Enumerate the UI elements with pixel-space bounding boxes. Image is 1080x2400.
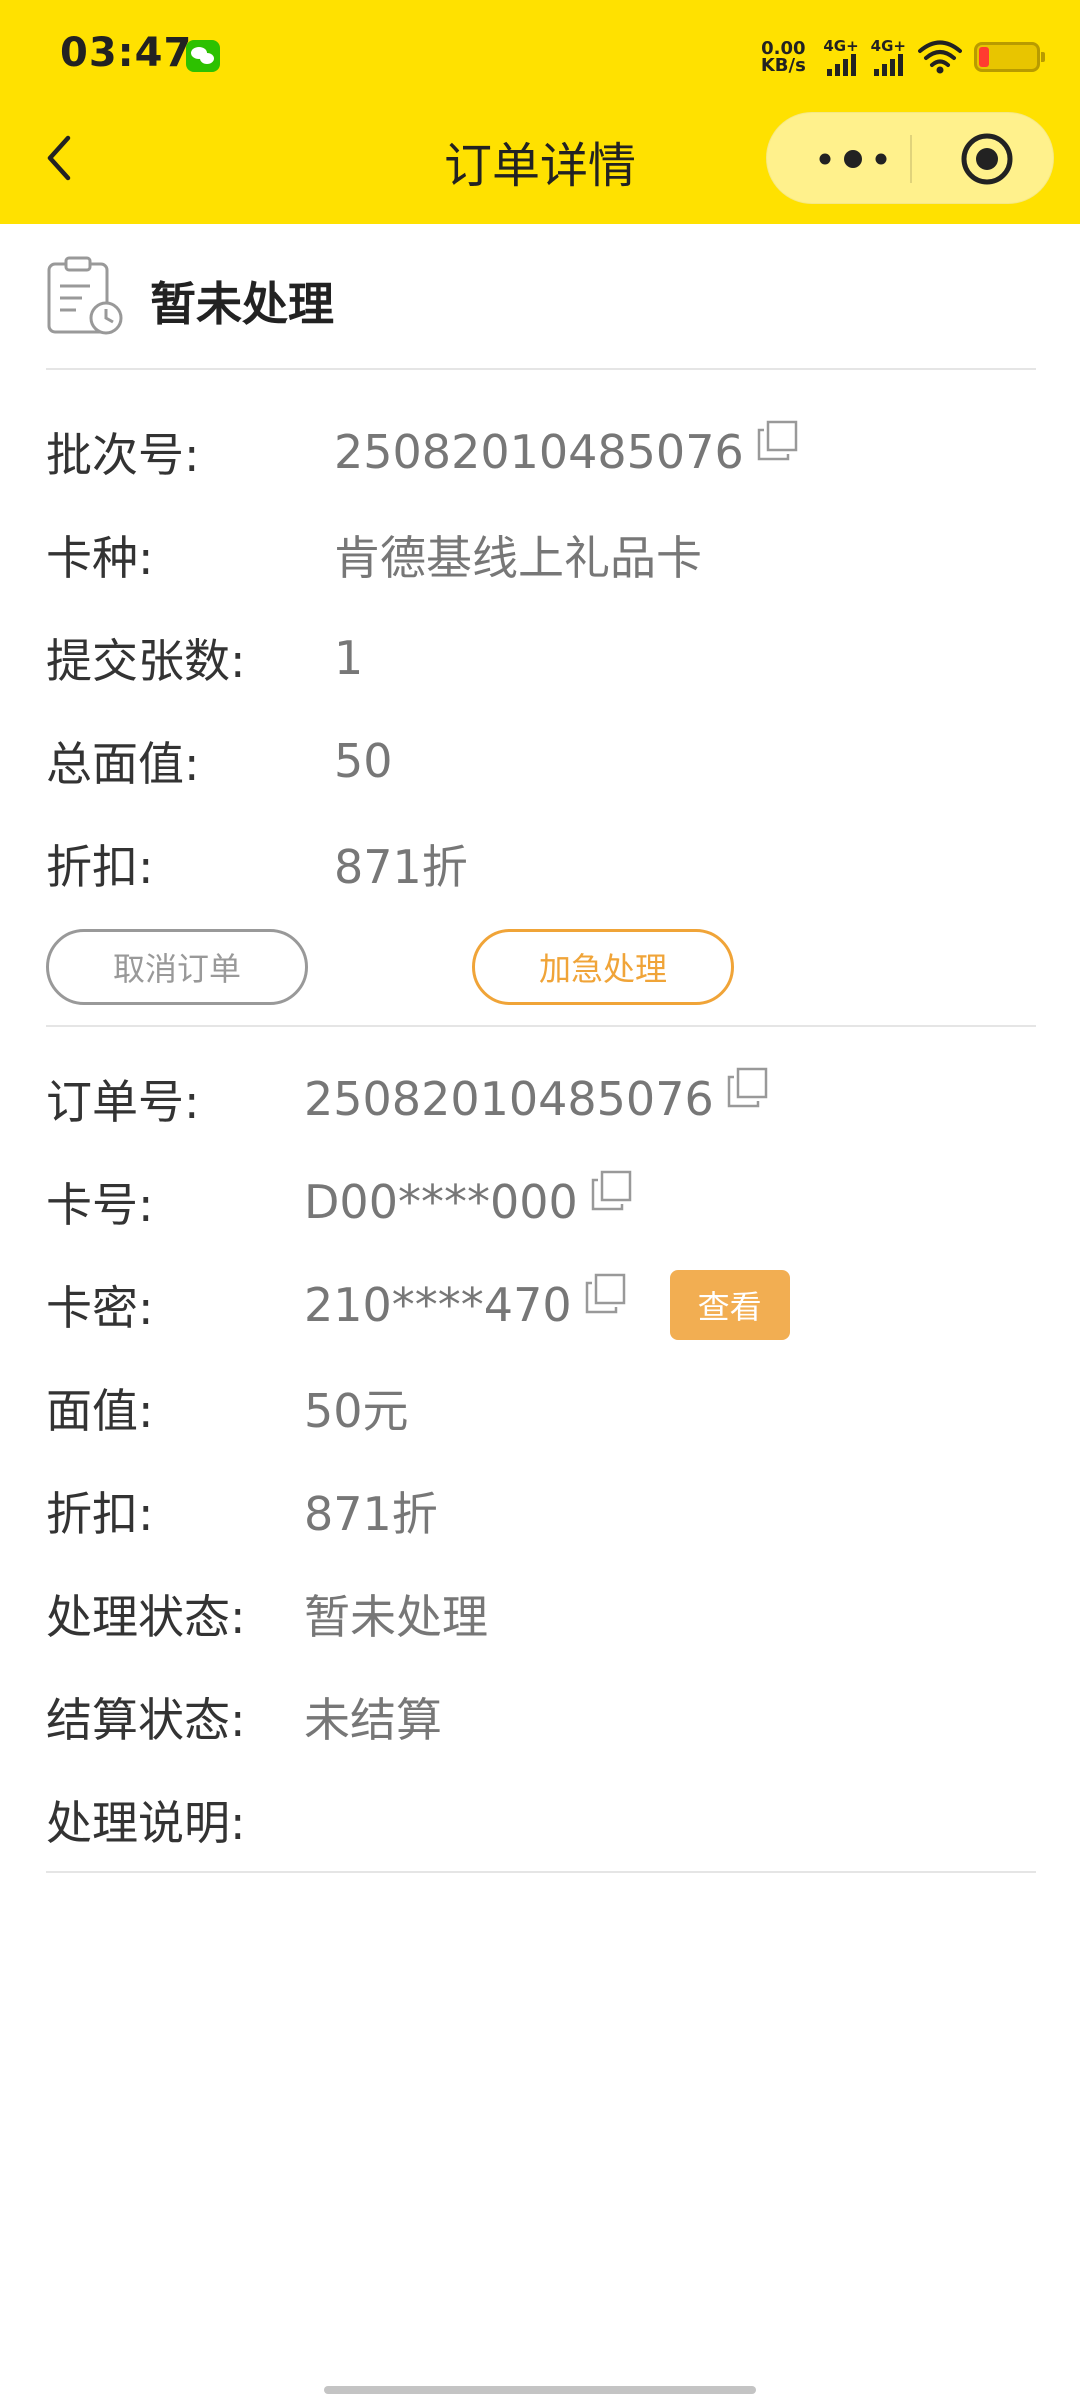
close-miniprogram-icon[interactable] — [959, 131, 1015, 187]
total-row: 总面值: 50 — [46, 709, 1036, 812]
batch-info: 批次号: 25082010485076 卡种: 肯德基线上礼品卡 提交张数: 1… — [46, 370, 1036, 915]
total-label: 总面值: — [46, 736, 200, 791]
view-card-pwd-button[interactable]: 查看 — [669, 1269, 790, 1340]
card-no-label: 卡号: — [46, 1177, 154, 1232]
home-indicator[interactable] — [324, 2386, 756, 2394]
card-type-label: 卡种: — [46, 530, 154, 585]
more-options-icon[interactable] — [807, 139, 899, 179]
network-speed: 0.00 KB/s — [755, 40, 811, 76]
order-no-row: 订单号: 25082010485076 — [46, 1047, 1036, 1150]
card-pwd-text: 210****470 — [304, 1277, 572, 1332]
order-discount-value: 871折 — [304, 1486, 438, 1541]
batch-no-text: 25082010485076 — [334, 424, 744, 479]
wifi-icon — [918, 40, 962, 74]
face-value-row: 面值: 50元 — [46, 1356, 1036, 1459]
signal-1: 4G+ — [823, 36, 859, 76]
process-status-row: 处理状态: 暂未处理 — [46, 1562, 1036, 1665]
total-value: 50 — [334, 733, 393, 788]
batch-no-row: 批次号: 25082010485076 — [46, 400, 1036, 503]
count-row: 提交张数: 1 — [46, 606, 1036, 709]
order-status-text: 暂未处理 — [150, 277, 334, 331]
count-value: 1 — [334, 630, 364, 685]
card-pwd-value: 210****470 查看 — [304, 1269, 790, 1340]
order-no-label: 订单号: — [46, 1074, 200, 1129]
urgent-process-button[interactable]: 加急处理 — [472, 929, 734, 1005]
order-no-value: 25082010485076 — [304, 1067, 768, 1126]
copy-icon[interactable] — [726, 1067, 768, 1109]
network-speed-unit: KB/s — [760, 55, 806, 76]
card-type-value: 肯德基线上礼品卡 — [334, 530, 702, 585]
settle-status-value: 未结算 — [304, 1692, 442, 1747]
copy-icon[interactable] — [584, 1273, 626, 1315]
wechat-notification-icon — [186, 40, 220, 72]
miniprogram-capsule — [766, 112, 1054, 204]
remark-row: 处理说明: — [46, 1768, 1036, 1871]
batch-no-value: 25082010485076 — [334, 420, 798, 479]
capsule-divider — [910, 135, 912, 183]
process-status-value: 暂未处理 — [304, 1589, 488, 1644]
count-label: 提交张数: — [46, 633, 246, 688]
card-no-text: D00****000 — [304, 1174, 578, 1229]
status-time: 03:47 — [60, 30, 193, 76]
cancel-order-button[interactable]: 取消订单 — [46, 929, 308, 1005]
order-discount-label: 折扣: — [46, 1486, 154, 1541]
clipboard-clock-icon — [47, 256, 123, 335]
batch-discount-row: 折扣: 871折 — [46, 812, 1036, 915]
process-status-label: 处理状态: — [46, 1589, 246, 1644]
card-type-row: 卡种: 肯德基线上礼品卡 — [46, 503, 1036, 606]
signal-2-label: 4G+ — [870, 36, 906, 55]
face-value-value: 50元 — [304, 1383, 409, 1438]
copy-icon[interactable] — [590, 1170, 632, 1212]
settle-status-label: 结算状态: — [46, 1692, 246, 1747]
signal-1-label: 4G+ — [823, 36, 859, 55]
battery-icon — [974, 42, 1045, 72]
order-detail-content: 暂未处理 批次号: 25082010485076 卡种: 肯德基线上礼品卡 提交… — [46, 224, 1036, 1873]
face-value-label: 面值: — [46, 1383, 154, 1438]
top-header: 03:47 0.00 KB/s 4G+ 4G+ 订单详情 — [0, 0, 1080, 224]
signal-bars-icon — [873, 53, 903, 76]
batch-discount-label: 折扣: — [46, 839, 154, 894]
signal-bars-icon — [826, 53, 856, 76]
settle-status-row: 结算状态: 未结算 — [46, 1665, 1036, 1768]
card-no-row: 卡号: D00****000 — [46, 1150, 1036, 1253]
order-status-header: 暂未处理 — [46, 224, 1036, 370]
order-info: 订单号: 25082010485076 卡号: D00****000 卡密: 2… — [46, 1027, 1036, 1873]
status-icons: 0.00 KB/s 4G+ 4G+ — [755, 32, 1045, 82]
copy-icon[interactable] — [756, 420, 798, 462]
batch-no-label: 批次号: — [46, 427, 200, 482]
card-no-value: D00****000 — [304, 1170, 632, 1229]
card-pwd-row: 卡密: 210****470 查看 — [46, 1253, 1036, 1356]
order-no-text: 25082010485076 — [304, 1071, 714, 1126]
order-discount-row: 折扣: 871折 — [46, 1459, 1036, 1562]
remark-label: 处理说明: — [46, 1795, 246, 1850]
signal-2: 4G+ — [870, 36, 906, 76]
batch-discount-value: 871折 — [334, 839, 468, 894]
action-buttons: 取消订单 加急处理 — [46, 915, 1036, 1027]
card-pwd-label: 卡密: — [46, 1280, 154, 1335]
